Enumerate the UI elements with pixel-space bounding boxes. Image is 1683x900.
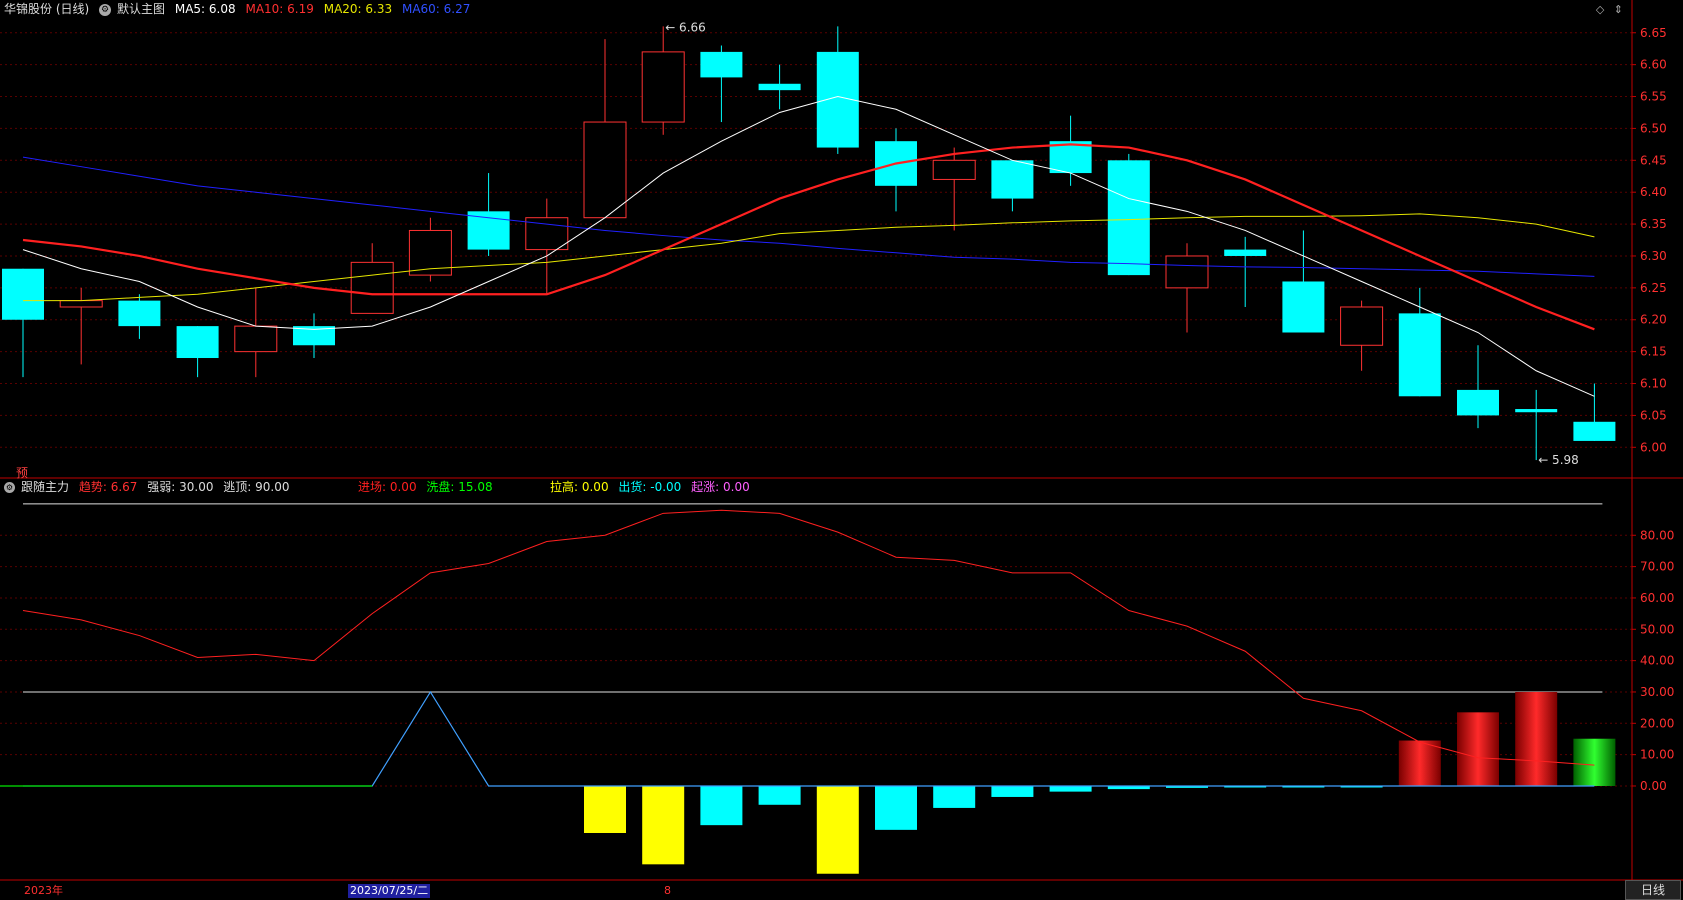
indicator-bar [1573,738,1616,786]
indicator-bar [758,785,801,805]
candle-body [2,268,44,320]
candle-body [350,261,394,314]
candle-body [932,159,976,180]
period-button[interactable]: 日线 [1625,880,1681,900]
candle-body [1398,313,1441,397]
month-label: 8 [664,884,671,897]
indicator-y-tick-label: 0.00 [1640,779,1667,793]
candle-body [641,51,685,123]
main-y-tick-label: 6.65 [1640,26,1667,40]
pre-marker: 预 [16,466,29,480]
main-y-tick-label: 6.30 [1640,249,1667,263]
indicator-y-tick-label: 20.00 [1640,716,1674,730]
indicator-bar [1398,740,1441,786]
trend-line [22,509,1595,766]
indicator-bar [642,785,685,865]
indicator-y-tick-label: 30.00 [1640,685,1674,699]
indicator-bar [584,785,626,833]
grid-layer [0,32,1632,787]
indicator-y-tick-label: 50.00 [1640,622,1674,636]
indicator-y-tick-label: 40.00 [1640,654,1674,668]
date-label: 2023/07/25/二 [348,884,431,898]
candle-body [234,325,278,353]
main-y-tick-label: 6.05 [1640,408,1667,422]
main-y-tick-label: 6.10 [1640,377,1667,391]
main-y-tick-label: 6.50 [1640,121,1667,135]
main-y-tick-label: 6.60 [1640,58,1667,72]
candle-body [1515,409,1558,413]
main-y-tick-label: 6.00 [1640,440,1667,454]
candle-body [1224,249,1267,256]
ma10-line [22,143,1595,331]
indicator-bar [1515,691,1558,786]
price-annotation: ← 5.98 [1538,453,1579,467]
candle-body [1165,255,1209,289]
candle-body [59,300,103,308]
candle-body [118,300,161,327]
year-label: 2023年 [24,884,63,897]
candle-body [1107,160,1150,276]
candle-body [700,51,743,78]
indicator-bar [933,785,976,808]
candle-body [991,160,1034,199]
indicator-y-tick-label: 60.00 [1640,591,1674,605]
main-y-tick-label: 6.55 [1640,90,1667,104]
main-y-tick-label: 6.35 [1640,217,1667,231]
indicator-y-tick-label: 70.00 [1640,560,1674,574]
candle-body [1282,281,1325,333]
indicator-bar [1457,712,1499,786]
ma20-line [23,213,1595,302]
price-annotation: ← 6.66 [665,20,706,34]
candle-body [176,326,219,359]
main-y-tick-label: 6.15 [1640,345,1667,359]
main-y-tick-label: 6.25 [1640,281,1667,295]
indicator-y-tick-label: 80.00 [1640,528,1674,542]
indicator-bar [991,785,1034,797]
candle-body [758,83,801,91]
main-y-tick-label: 6.40 [1640,185,1667,199]
ma60-line [22,156,1595,277]
candle-body [1457,389,1499,416]
main-chart-layer: ← 6.66 ← 5.98 [2,20,1616,467]
indicator-bar [875,785,917,830]
candle-body [1573,421,1616,441]
candle-body [1340,306,1384,346]
indicator-layer [0,503,1616,874]
indicator-bar [1049,785,1092,792]
main-y-tick-label: 6.45 [1640,153,1667,167]
indicator-y-tick-label: 10.00 [1640,748,1674,762]
wash-line [23,690,1595,787]
kline-chart[interactable]: ← 6.66 ← 5.98 6.65 6.60 6.55 6.50 6.45 6.40 6.3… [0,0,1683,900]
candle-body [583,121,627,219]
main-y-tick-label: 6.20 [1640,313,1667,327]
candle-body [467,211,510,250]
indicator-bar [700,785,743,826]
indicator-bar [816,785,859,874]
